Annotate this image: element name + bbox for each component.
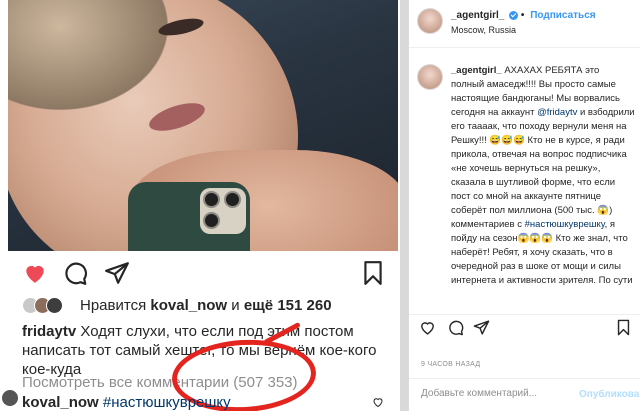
first-comment-hashtag-link[interactable]: #настюшкуврешку xyxy=(103,394,231,411)
comment-input[interactable] xyxy=(421,388,561,399)
photo-lens xyxy=(224,191,241,208)
panel-save-bookmark-icon[interactable] xyxy=(615,319,632,336)
publish-button[interactable]: Опубликовать xyxy=(579,389,640,400)
comment-author-link[interactable]: _agentgirl_ xyxy=(451,65,502,76)
overlay-icon xyxy=(2,390,18,406)
panel-actions xyxy=(409,314,640,340)
liker-avatars xyxy=(22,297,70,315)
likes-user-link[interactable]: koval_now xyxy=(150,297,227,314)
likes-middle: и xyxy=(231,297,240,314)
photo-hair xyxy=(8,0,168,110)
panel-share-icon[interactable] xyxy=(473,319,490,336)
comment-composer: Опубликовать xyxy=(409,378,640,411)
comment-icon[interactable] xyxy=(62,260,88,286)
author-avatar[interactable] xyxy=(417,8,443,34)
comment-author-avatar[interactable] xyxy=(417,64,443,90)
liker-avatar xyxy=(46,297,63,314)
panel-comment-body: _agentgirl_ АХАХАХ РЕБЯТА это полный ама… xyxy=(409,58,640,306)
comment-text-part: и взбодрили его таааак, что походу верну… xyxy=(451,107,635,230)
share-icon[interactable] xyxy=(104,260,130,286)
comment-like-heart-icon[interactable] xyxy=(372,396,384,408)
view-all-comments-link[interactable]: Посмотреть все комментарии (507 353) xyxy=(22,374,298,391)
panel-like-heart-icon[interactable] xyxy=(419,319,436,336)
author-username-link[interactable]: _agentgirl_ xyxy=(451,10,504,21)
save-bookmark-icon[interactable] xyxy=(360,260,386,286)
post-photo[interactable] xyxy=(8,0,398,251)
photo-lens xyxy=(203,212,220,229)
screenshot-root: Нравится koval_now и ещё 151 260 fridayt… xyxy=(0,0,640,411)
location-link[interactable]: Moscow, Russia xyxy=(451,25,516,35)
follow-button[interactable]: Подписаться xyxy=(530,10,595,21)
like-heart-icon[interactable] xyxy=(22,260,48,286)
first-comment: koval_now #настюшкуврешку xyxy=(22,394,231,411)
likes-prefix: Нравится xyxy=(80,297,147,314)
panel-comment-icon[interactable] xyxy=(447,319,464,336)
mention-link[interactable]: @fridaytv xyxy=(537,107,577,118)
author-line: _agentgirl_ • Подписаться xyxy=(451,10,596,21)
likes-text: Нравится koval_now и ещё 151 260 xyxy=(80,297,332,314)
caption-text: Ходят слухи, что если под этим постом на… xyxy=(22,323,377,378)
verified-badge-icon xyxy=(509,10,519,20)
likes-count-link[interactable]: ещё 151 260 xyxy=(244,297,332,314)
panel-header: _agentgirl_ • Подписаться Moscow, Russia xyxy=(409,0,640,48)
likes-row: Нравится koval_now и ещё 151 260 xyxy=(8,296,398,316)
caption-user-link[interactable]: fridaytv xyxy=(22,323,76,340)
post-timestamp: 9 ЧАСОВ НАЗАД xyxy=(421,361,481,368)
post-caption: fridaytv Ходят слухи, что если под этим … xyxy=(22,322,394,379)
separator-dot: • xyxy=(520,10,525,21)
first-comment-user-link[interactable]: koval_now xyxy=(22,394,99,411)
post-actions xyxy=(8,258,398,290)
post-side-panel: _agentgirl_ • Подписаться Moscow, Russia… xyxy=(408,0,640,411)
photo-lens xyxy=(203,191,220,208)
feed-post: Нравится koval_now и ещё 151 260 fridayt… xyxy=(0,0,400,411)
author-comment: _agentgirl_ АХАХАХ РЕБЯТА это полный ама… xyxy=(451,64,635,288)
hashtag-link[interactable]: #настюшкуврешку xyxy=(525,219,605,230)
divider xyxy=(400,0,408,411)
